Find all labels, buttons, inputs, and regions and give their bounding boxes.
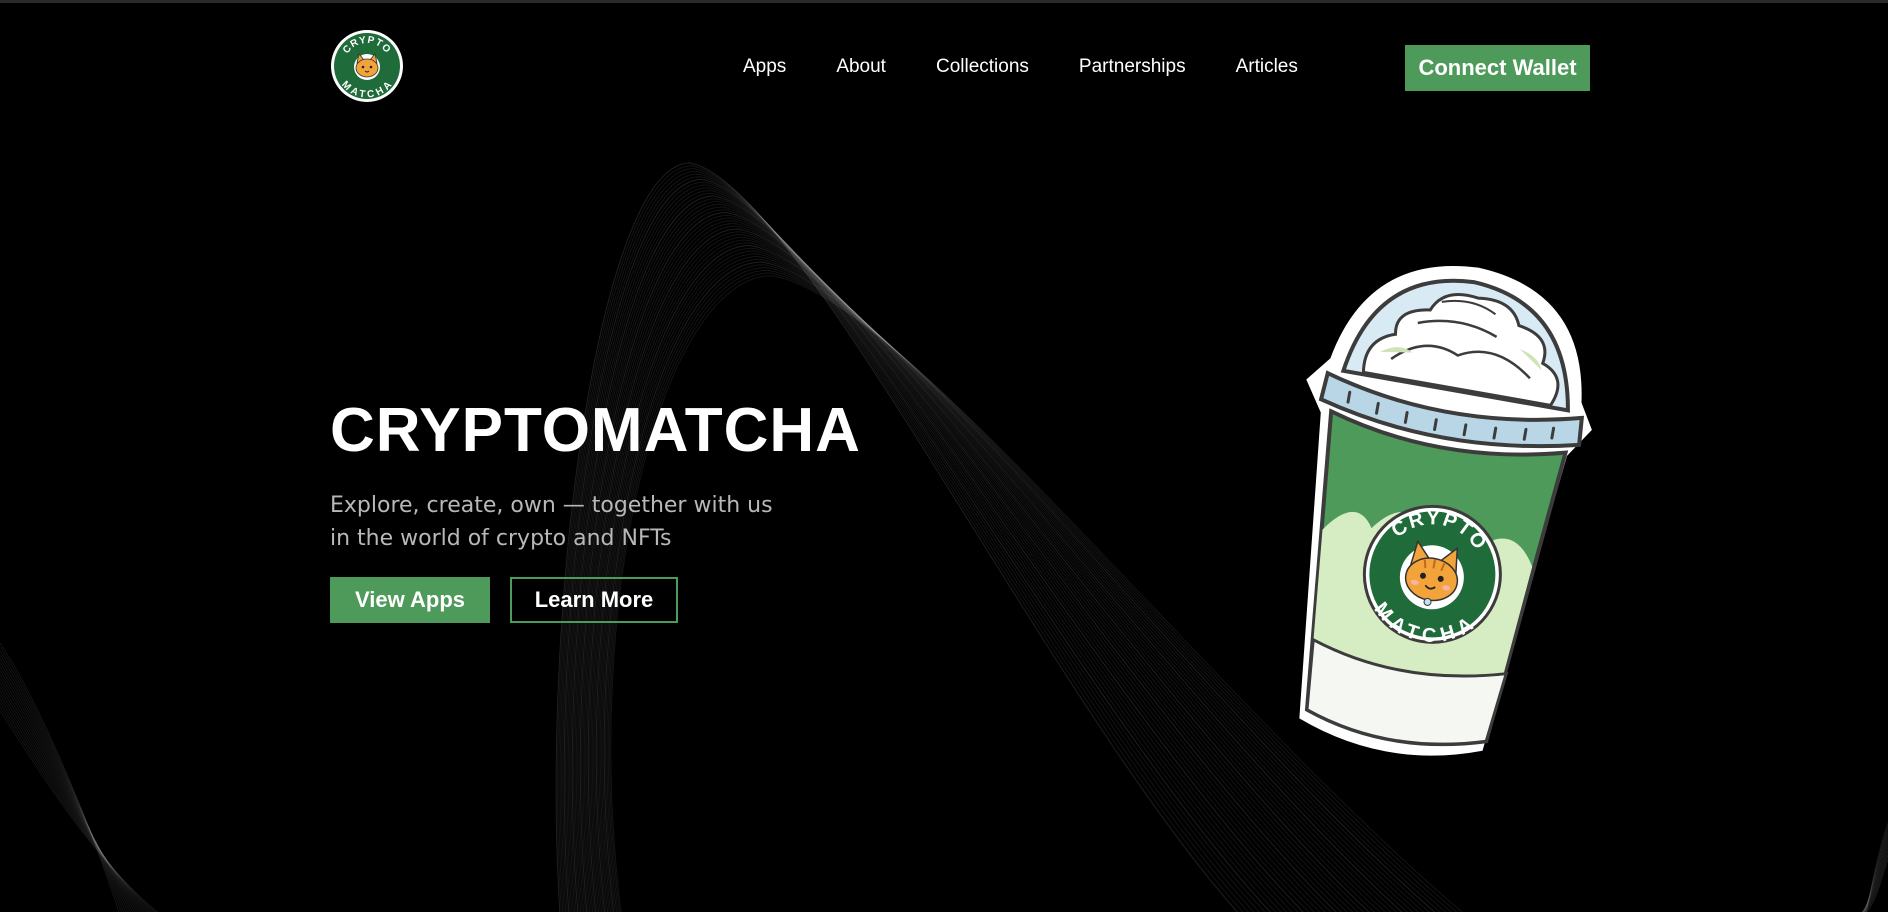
nav-item-about[interactable]: About: [836, 55, 886, 79]
background-wave-lines: [0, 162, 1888, 912]
hero-buttons: View Apps Learn More: [330, 577, 861, 623]
hero-subtitle-line-2: in the world of crypto and NFTs: [330, 526, 672, 551]
main-nav: Apps About Collections Partnerships Arti…: [743, 55, 1298, 79]
hero-section: CRYPTOMATCHA Explore, create, own — toge…: [330, 393, 861, 623]
site-header: CRYPTO MATCHA Apps About Collections Par…: [0, 3, 1888, 133]
nav-item-collections[interactable]: Collections: [936, 55, 1029, 79]
matcha-cup-icon: CRYPTO MATCHA: [1299, 266, 1592, 756]
learn-more-button[interactable]: Learn More: [510, 577, 678, 623]
cat-logo-icon: CRYPTO MATCHA: [331, 30, 403, 102]
nav-item-partnerships[interactable]: Partnerships: [1079, 55, 1186, 79]
connect-wallet-button[interactable]: Connect Wallet: [1405, 45, 1590, 91]
matcha-cup-illustration: CRYPTO MATCHA: [1265, 258, 1595, 768]
nav-item-apps[interactable]: Apps: [743, 55, 786, 79]
hero-subtitle-line-1: Explore, create, own — together with us: [330, 493, 773, 518]
hero-subtitle: Explore, create, own — together with us …: [330, 489, 800, 555]
page: CRYPTO MATCHA Apps About Collections Par…: [0, 0, 1888, 912]
view-apps-button[interactable]: View Apps: [330, 577, 490, 623]
nav-item-articles[interactable]: Articles: [1236, 55, 1298, 79]
logo[interactable]: CRYPTO MATCHA: [330, 29, 404, 103]
hero-title: CRYPTOMATCHA: [330, 396, 861, 465]
